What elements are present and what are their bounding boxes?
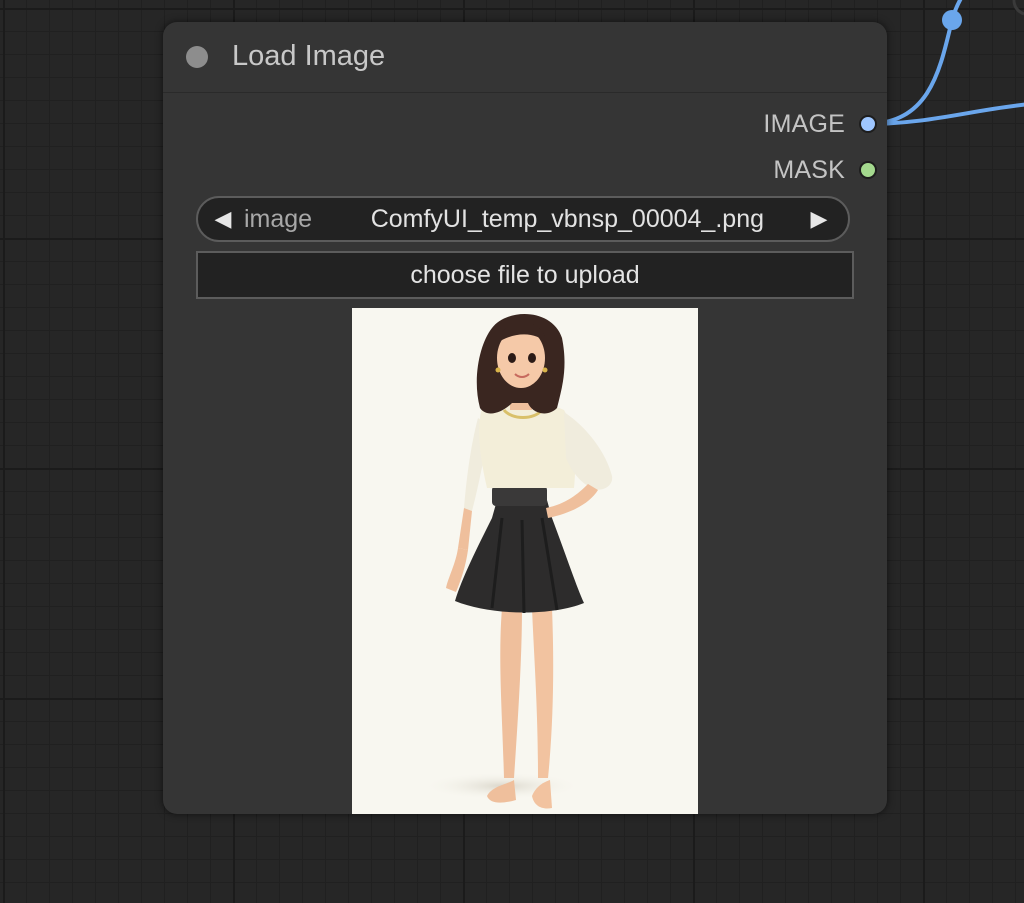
- upload-button[interactable]: choose file to upload: [196, 251, 854, 299]
- output-mask[interactable]: MASK: [773, 155, 877, 185]
- load-image-node[interactable]: Load Image IMAGE MASK ◀ image ComfyUI_te…: [163, 22, 887, 814]
- node-title-bar[interactable]: Load Image: [163, 22, 887, 93]
- output-image-slot[interactable]: [859, 115, 877, 133]
- image-combo-widget[interactable]: ◀ image ComfyUI_temp_vbnsp_00004_.png ▶: [196, 196, 850, 242]
- offscreen-node-edge: [1012, 0, 1024, 16]
- image-combo-label: image: [244, 204, 313, 233]
- image-combo-value[interactable]: ComfyUI_temp_vbnsp_00004_.png: [312, 205, 804, 234]
- output-image[interactable]: IMAGE: [763, 109, 877, 139]
- graph-canvas[interactable]: Load Image IMAGE MASK ◀ image ComfyUI_te…: [0, 0, 1024, 903]
- link-reroute-dot[interactable]: [942, 10, 962, 30]
- node-collapse-dot[interactable]: [186, 46, 208, 68]
- output-mask-label: MASK: [773, 155, 845, 184]
- node-title: Load Image: [232, 40, 386, 72]
- output-mask-slot[interactable]: [859, 161, 877, 179]
- next-arrow-icon[interactable]: ▶: [804, 206, 834, 232]
- output-image-label: IMAGE: [763, 109, 845, 138]
- girl-illustration: [352, 308, 698, 814]
- prev-arrow-icon[interactable]: ◀: [208, 206, 238, 232]
- image-preview: [352, 308, 698, 814]
